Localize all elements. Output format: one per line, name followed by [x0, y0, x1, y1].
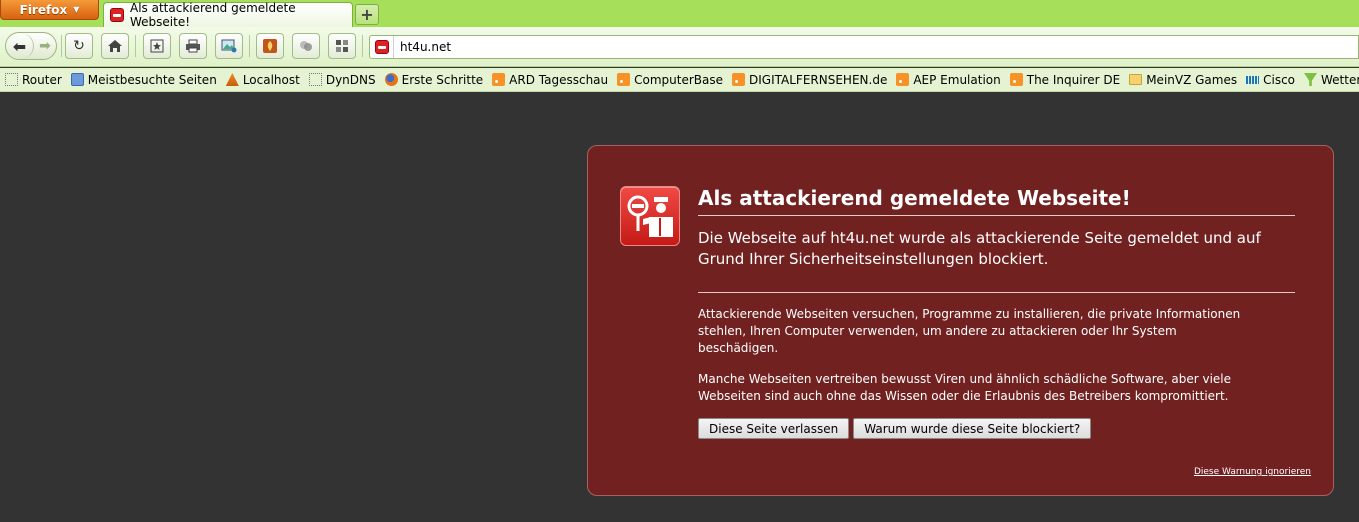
- color-circles-icon: [300, 41, 312, 51]
- firefox-menu-label: Firefox: [19, 2, 68, 17]
- bookmarks-toolbar: Router Meistbesuchte Seiten Localhost Dy…: [0, 68, 1359, 92]
- police-officer-icon: [620, 186, 680, 246]
- rss-icon: [732, 73, 746, 86]
- bookmark-label: AEP Emulation: [913, 72, 1001, 87]
- rss-icon: [617, 73, 631, 86]
- dropdown-arrow-icon: ▼: [73, 5, 80, 14]
- bookmark-label: ComputerBase: [634, 72, 724, 87]
- printer-icon: [186, 39, 200, 53]
- bookmark-label: Cisco: [1263, 72, 1296, 87]
- warning-paragraph: Manche Webseiten vertreiben bewusst Vire…: [698, 372, 1232, 403]
- tiles-button[interactable]: [328, 33, 356, 59]
- ignore-warning-link[interactable]: Diese Warnung ignorieren: [1194, 467, 1311, 477]
- grid-icon: [336, 40, 348, 52]
- folder-icon: [1129, 74, 1143, 85]
- flame-shield-icon: [263, 39, 277, 53]
- colorzilla-button[interactable]: [292, 33, 320, 59]
- bookmark-label: Erste Schritte: [401, 72, 484, 87]
- bookmark-label: DIGITALFERNSEHEN.de: [749, 72, 888, 87]
- back-forward-group: ⬅ ➡: [5, 32, 57, 60]
- bookmark-aep-emulation[interactable]: AEP Emulation: [896, 72, 1001, 87]
- tab-active[interactable]: Als attackierend gemeldete Webseite!: [103, 1, 353, 29]
- tab-title: Als attackierend gemeldete Webseite!: [130, 1, 296, 29]
- bookmark-cisco[interactable]: Cisco: [1246, 73, 1295, 87]
- rss-icon: [492, 73, 506, 86]
- leave-site-button[interactable]: Diese Seite verlassen: [698, 418, 850, 439]
- bookmark-erste-schritte[interactable]: Erste Schritte: [384, 72, 484, 87]
- why-blocked-button[interactable]: Warum wurde diese Seite blockiert?: [853, 418, 1092, 439]
- bookmark-label: ARD Tagesschau: [509, 72, 609, 87]
- bookmark-wetter[interactable]: Wetter: [1304, 73, 1359, 87]
- forward-arrow-icon: ➡: [39, 38, 51, 54]
- bookmark-label: Localhost: [242, 72, 300, 87]
- blocked-site-icon: [110, 8, 124, 22]
- wetter-icon: [1304, 73, 1318, 86]
- bookmark-router[interactable]: Router: [5, 73, 62, 87]
- back-arrow-icon: ⬅: [12, 36, 27, 56]
- toolbar-separator: [61, 35, 62, 57]
- warning-long-description: Attackierende Webseiten versuchen, Progr…: [698, 306, 1258, 419]
- reload-button[interactable]: ↻: [65, 33, 93, 59]
- bookmark-ard-tagesschau[interactable]: ARD Tagesschau: [492, 73, 608, 87]
- blank-page-icon: [308, 73, 322, 86]
- bookmark-meistbesuchte-seiten[interactable]: Meistbesuchte Seiten: [70, 72, 217, 87]
- rss-icon: [1009, 73, 1023, 86]
- warning-short-description: Die Webseite auf ht4u.net wurde als atta…: [698, 228, 1295, 293]
- bookmark-meinvz-games[interactable]: MeinVZ Games: [1129, 73, 1237, 87]
- toolbar-separator: [135, 35, 136, 57]
- addon-button[interactable]: [256, 33, 284, 59]
- cisco-icon: [1246, 75, 1260, 84]
- bookmark-label: Meistbesuchte Seiten: [87, 72, 217, 87]
- warning-button-row: Diese Seite verlassen Warum wurde diese …: [698, 418, 1092, 439]
- site-identity-button[interactable]: [370, 36, 394, 58]
- bookmark-computerbase[interactable]: ComputerBase: [617, 73, 723, 87]
- warning-paragraph: Attackierende Webseiten versuchen, Progr…: [698, 307, 1241, 355]
- blank-page-icon: [5, 73, 18, 86]
- bookmark-localhost[interactable]: Localhost: [225, 72, 300, 87]
- forward-button[interactable]: ➡: [34, 38, 56, 54]
- attack-warning-panel: Als attackierend gemeldete Webseite! Die…: [587, 145, 1334, 496]
- toolbar-separator: [249, 35, 250, 57]
- picture-icon: [221, 39, 237, 53]
- bookmark-digitalfernsehen[interactable]: DIGITALFERNSEHEN.de: [732, 73, 887, 87]
- phpmyadmin-icon: [225, 73, 239, 86]
- toolbar-separator: [362, 35, 363, 57]
- bookmark-dyndns[interactable]: DynDNS: [308, 72, 376, 87]
- warning-title: Als attackierend gemeldete Webseite!: [698, 186, 1295, 216]
- firefox-menu-button[interactable]: Firefox ▼: [0, 0, 99, 20]
- bookmark-label: Router: [22, 72, 62, 87]
- bookmark-label: The Inquirer DE: [1026, 72, 1121, 87]
- home-button[interactable]: [101, 33, 129, 59]
- bookmark-the-inquirer-de[interactable]: The Inquirer DE: [1009, 72, 1121, 87]
- back-button[interactable]: ⬅: [6, 33, 34, 59]
- reload-icon: ↻: [73, 38, 85, 54]
- blocked-site-icon: [374, 40, 389, 54]
- bookmark-label: MeinVZ Games: [1146, 72, 1238, 87]
- bookmark-star-icon: [150, 39, 164, 53]
- url-bar[interactable]: [369, 35, 1359, 59]
- print-button[interactable]: [179, 33, 207, 59]
- smart-folder-icon: [70, 73, 84, 86]
- new-tab-button[interactable]: +: [355, 4, 379, 25]
- bookmark-label: Wetter: [1321, 72, 1359, 87]
- bookmark-label: DynDNS: [325, 72, 376, 87]
- tab-strip: Firefox ▼ Als attackierend gemeldete Web…: [0, 0, 1359, 29]
- screenshot-button[interactable]: [215, 33, 243, 59]
- firefox-icon: [384, 73, 398, 86]
- rss-icon: [896, 73, 910, 86]
- bookmarks-button[interactable]: [143, 33, 171, 59]
- url-input[interactable]: [400, 38, 1300, 56]
- home-icon: [108, 40, 122, 52]
- plus-icon: +: [360, 5, 374, 24]
